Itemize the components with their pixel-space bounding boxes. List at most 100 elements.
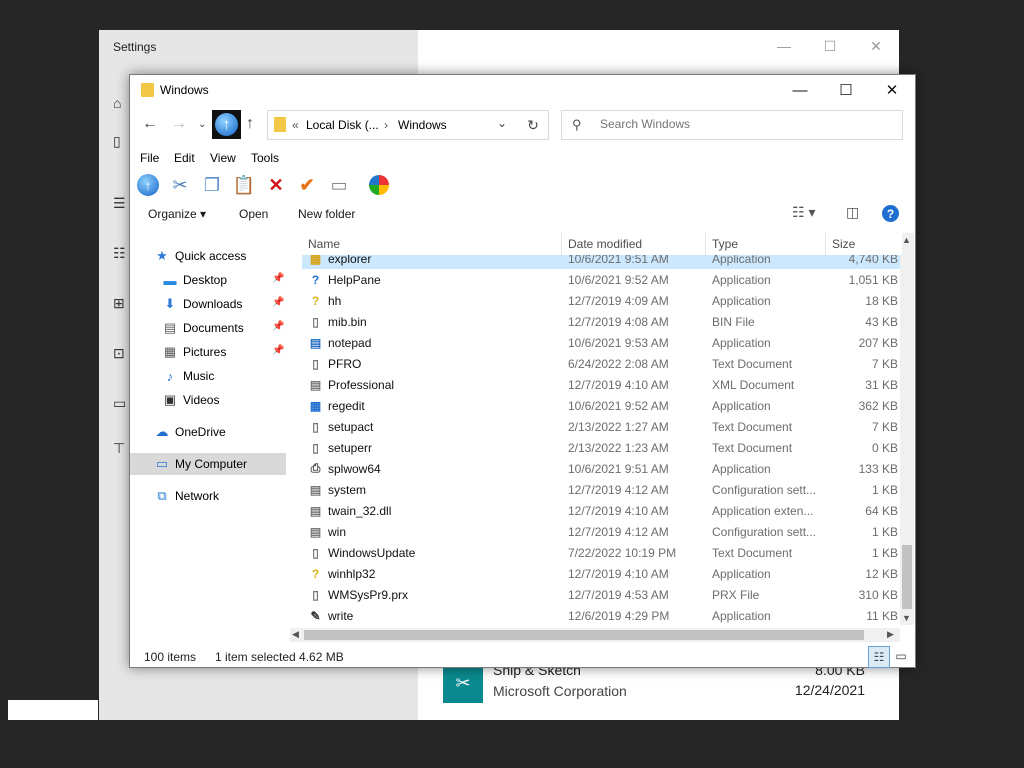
view-options-icon[interactable]: ☷ ▾ <box>792 204 815 221</box>
scroll-down-icon[interactable]: ▼ <box>902 613 911 623</box>
nav-item-my-computer[interactable]: ▭ My Computer <box>130 453 286 475</box>
nav-item-downloads[interactable]: ⬇ Downloads 📌 <box>130 293 286 315</box>
horizontal-scroll-thumb[interactable] <box>304 630 864 640</box>
minimize-button[interactable]: — <box>777 75 823 105</box>
copy-icon[interactable]: ❐ <box>199 172 225 198</box>
file-size: 43 KB <box>865 315 898 329</box>
file-row[interactable]: ? HelpPane 10/6/2021 9:52 AM Application 1,0… <box>302 269 902 290</box>
file-row[interactable]: ▯ setupact 2/13/2022 1:27 AM Text Document 7… <box>302 416 902 437</box>
up-arrow-app-icon[interactable]: ↑ <box>212 110 241 139</box>
file-row[interactable]: ▯ WindowsUpdate 7/22/2022 10:19 PM Text Doc… <box>302 542 902 563</box>
up-one-level-icon[interactable]: ↑ <box>246 115 254 133</box>
open-button[interactable]: Open <box>239 207 268 221</box>
file-row[interactable]: ▤ notepad 10/6/2021 9:53 AM Application 207 … <box>302 332 902 353</box>
nav-item-videos[interactable]: ▣ Videos <box>130 389 286 411</box>
address-segment-windows[interactable]: Windows <box>398 118 447 132</box>
pin-icon[interactable]: 📌 <box>272 297 284 308</box>
menu-edit[interactable]: Edit <box>174 151 195 165</box>
nav-item-icon: ⬇ <box>164 296 176 311</box>
address-dropdown-chevron-icon[interactable]: ⌄ <box>497 116 507 130</box>
menu-view[interactable]: View <box>210 151 236 165</box>
settings-nav-icon[interactable]: ▯ <box>113 133 129 149</box>
column-type[interactable]: Type <box>712 237 738 251</box>
file-type: Configuration sett... <box>712 525 817 539</box>
cut-icon[interactable]: ✂ <box>167 172 193 198</box>
properties-icon[interactable] <box>366 172 392 198</box>
settings-nav-icon[interactable]: ☰ <box>113 195 129 211</box>
file-row[interactable]: ▯ WMSysPr9.prx 12/7/2019 4:53 AM PRX File 31… <box>302 584 902 605</box>
column-date-modified[interactable]: Date modified <box>568 237 642 251</box>
details-view-icon[interactable]: ☷ <box>868 646 890 668</box>
back-arrow-icon[interactable]: ← <box>142 115 158 133</box>
nav-item-network[interactable]: ⧉ Network <box>130 485 286 507</box>
nav-item-documents[interactable]: ▤ Documents 📌 <box>130 317 286 339</box>
file-row[interactable]: ▦ regedit 10/6/2021 9:52 AM Application 362 … <box>302 395 902 416</box>
file-date-modified: 12/7/2019 4:10 AM <box>568 504 669 518</box>
file-row[interactable]: ✎ write 12/6/2019 4:29 PM Application 11 KB <box>302 605 902 625</box>
file-row[interactable]: ▯ PFRO 6/24/2022 2:08 AM Text Document 7 KB <box>302 353 902 374</box>
organize-button[interactable]: Organize ▾ <box>148 207 206 221</box>
file-row[interactable]: ▤ system 12/7/2019 4:12 AM Configuration se… <box>302 479 902 500</box>
menu-tools[interactable]: Tools <box>251 151 279 165</box>
pin-icon[interactable]: 📌 <box>272 273 284 284</box>
forward-arrow-icon[interactable]: → <box>171 115 187 133</box>
help-icon[interactable]: ? <box>882 205 899 222</box>
nav-item-quick-access[interactable]: ★ Quick access <box>130 245 286 267</box>
file-row[interactable]: ▯ setuperr 2/13/2022 1:23 AM Text Document 0… <box>302 437 902 458</box>
file-name: setupact <box>328 420 374 434</box>
file-row[interactable]: ▤ Professional 12/7/2019 4:10 AM XML Docume… <box>302 374 902 395</box>
settings-nav-icon[interactable]: ⌂ <box>113 95 129 111</box>
paste-icon[interactable]: 📋 <box>231 172 257 198</box>
column-size[interactable]: Size <box>832 237 855 251</box>
address-overflow[interactable]: « <box>292 118 299 132</box>
settings-nav-icon[interactable]: ⊤ <box>113 440 129 456</box>
settings-nav-icon[interactable]: ▭ <box>113 395 129 411</box>
file-icon: ▤ <box>309 524 322 539</box>
maximize-button[interactable]: ☐ <box>823 75 869 105</box>
settings-nav-icon[interactable]: ⊞ <box>113 295 129 311</box>
preview-pane-icon[interactable]: ◫ <box>846 204 859 221</box>
file-row[interactable]: ▯ mib.bin 12/7/2019 4:08 AM BIN File 43 KB <box>302 311 902 332</box>
search-input[interactable] <box>600 117 880 131</box>
large-icons-view-icon[interactable]: ▭ <box>891 646 911 666</box>
settings-minimize-button[interactable]: — <box>761 30 807 62</box>
checkmark-icon[interactable]: ✔ <box>294 172 320 198</box>
new-folder-button[interactable]: New folder <box>298 207 355 221</box>
settings-nav-icon[interactable]: ⊡ <box>113 345 129 361</box>
address-segment-local-disk[interactable]: Local Disk (... <box>306 118 379 132</box>
rename-icon[interactable]: ▭ <box>326 172 352 198</box>
horizontal-scrollbar[interactable]: ◀ ▶ <box>290 628 900 642</box>
file-name: PFRO <box>328 357 362 371</box>
scroll-left-icon[interactable]: ◀ <box>292 629 299 640</box>
file-row[interactable]: ▤ twain_32.dll 12/7/2019 4:10 AM Applicatio… <box>302 500 902 521</box>
up-arrow-app-icon[interactable]: ↑ <box>135 172 161 198</box>
vertical-scroll-thumb[interactable] <box>902 545 912 609</box>
search-box[interactable]: ⚲ <box>561 110 903 140</box>
close-button[interactable]: ✕ <box>869 75 915 105</box>
refresh-icon[interactable]: ↻ <box>518 110 549 140</box>
settings-maximize-button[interactable]: ☐ <box>807 30 853 62</box>
toolbar: ↑ ✂ ❐ 📋 ✕ ✔ ▭ <box>130 171 915 199</box>
file-type: Text Document <box>712 441 793 455</box>
scroll-up-icon[interactable]: ▲ <box>902 235 911 245</box>
file-row[interactable]: ? hh 12/7/2019 4:09 AM Application 18 KB <box>302 290 902 311</box>
delete-icon[interactable]: ✕ <box>263 172 289 198</box>
nav-item-onedrive[interactable]: ☁ OneDrive <box>130 421 286 443</box>
nav-item-music[interactable]: ♪ Music <box>130 365 286 387</box>
scroll-right-icon[interactable]: ▶ <box>887 629 894 640</box>
nav-item-pictures[interactable]: ▦ Pictures 📌 <box>130 341 286 363</box>
settings-nav-icon[interactable]: ☷ <box>113 245 129 261</box>
settings-close-button[interactable]: ✕ <box>853 30 899 62</box>
pin-icon[interactable]: 📌 <box>272 321 284 332</box>
nav-item-desktop[interactable]: ▬ Desktop 📌 <box>130 269 286 291</box>
recent-locations-chevron-icon[interactable]: ⌄ <box>198 119 206 130</box>
nav-item-label: My Computer <box>175 457 248 471</box>
pin-icon[interactable]: 📌 <box>272 345 284 356</box>
file-row[interactable]: ⎙ splwow64 10/6/2021 9:51 AM Application 133… <box>302 458 902 479</box>
address-bar[interactable]: « Local Disk (... › Windows ⌄ <box>267 110 549 140</box>
file-row[interactable]: ? winhlp32 12/7/2019 4:10 AM Application 12 … <box>302 563 902 584</box>
file-row[interactable]: ▤ win 12/7/2019 4:12 AM Configuration sett.… <box>302 521 902 542</box>
menu-file[interactable]: File <box>140 151 159 165</box>
column-name[interactable]: Name <box>308 237 340 251</box>
vertical-scrollbar[interactable]: ▲ ▼ <box>900 233 914 625</box>
